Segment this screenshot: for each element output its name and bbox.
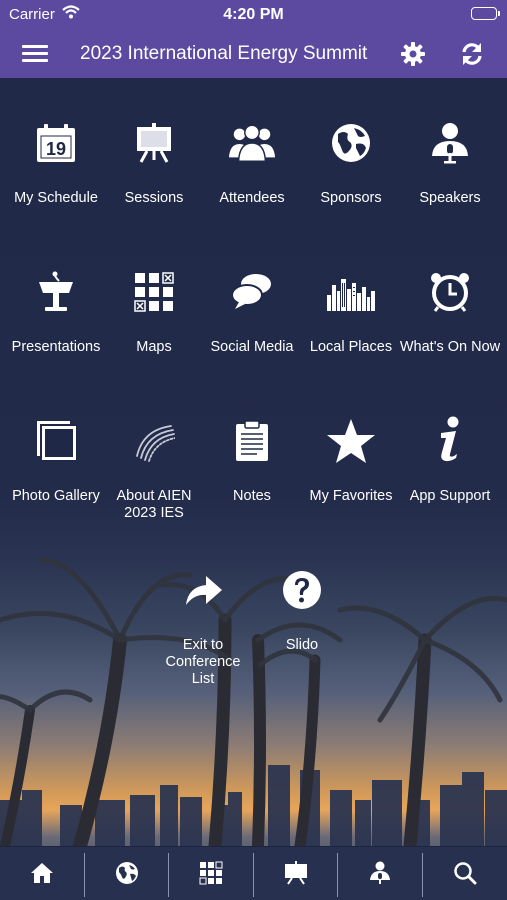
- tab-home[interactable]: [0, 847, 85, 900]
- chat-bubbles-icon: [231, 271, 273, 313]
- tile-label: My Schedule: [14, 190, 98, 206]
- tile-photo-gallery[interactable]: Photo Gallery: [6, 420, 106, 550]
- map-grid-icon: [133, 271, 175, 313]
- bottom-tab-bar: [0, 846, 507, 900]
- tile-label: Social Media: [210, 339, 294, 355]
- tile-social-media[interactable]: Social Media: [202, 271, 302, 401]
- tile-label: Attendees: [219, 190, 285, 206]
- tile-my-schedule[interactable]: 19 My Schedule: [6, 122, 106, 252]
- calendar-icon: 19: [35, 122, 77, 164]
- tile-label: About AIEN 2023 IES: [116, 488, 192, 521]
- tile-exit-to-conference-list[interactable]: Exit to Conference List: [153, 569, 253, 699]
- aien-logo-icon: [133, 420, 176, 462]
- tile-label: What's On Now: [399, 339, 501, 355]
- refresh-icon[interactable]: [459, 41, 485, 67]
- easel-icon: [284, 861, 307, 885]
- map-grid-icon: [199, 861, 223, 885]
- gear-icon[interactable]: [400, 41, 426, 67]
- people-icon: [228, 122, 276, 164]
- clipboard-icon: [231, 420, 273, 462]
- alarm-clock-icon: [429, 271, 471, 313]
- tile-label: My Favorites: [309, 488, 393, 504]
- exit-arrow-icon: [182, 569, 224, 611]
- tab-maps[interactable]: [169, 847, 254, 900]
- tab-sessions[interactable]: [254, 847, 338, 900]
- status-bar: Carrier 4:20 PM: [0, 0, 507, 30]
- tile-about-aien[interactable]: About AIEN 2023 IES: [104, 420, 204, 550]
- tab-speakers[interactable]: [338, 847, 423, 900]
- tile-attendees[interactable]: Attendees: [202, 122, 302, 252]
- battery-icon: [471, 7, 500, 20]
- tile-app-support[interactable]: App Support: [400, 416, 500, 550]
- app-header: 2023 International Energy Summit: [0, 30, 507, 78]
- tile-label: Local Places: [309, 339, 393, 355]
- speaker-icon: [370, 861, 390, 884]
- tile-label: Maps: [136, 339, 172, 355]
- speaker-icon: [429, 122, 471, 164]
- easel-icon: [133, 122, 175, 164]
- tab-search[interactable]: [423, 847, 507, 900]
- calendar-day: 19: [46, 139, 66, 159]
- tile-my-favorites[interactable]: My Favorites: [301, 419, 401, 550]
- tab-sponsors[interactable]: [85, 847, 169, 900]
- tile-label: Presentations: [11, 339, 101, 355]
- city-skyline-icon: [327, 271, 375, 313]
- globe-icon: [330, 122, 372, 164]
- info-icon: [429, 416, 471, 462]
- tile-sessions[interactable]: Sessions: [104, 122, 204, 252]
- question-icon: [281, 569, 323, 611]
- podium-icon: [35, 271, 77, 313]
- tile-label: Sessions: [124, 190, 184, 206]
- tile-label: Photo Gallery: [12, 488, 100, 504]
- globe-icon: [115, 862, 138, 884]
- photo-gallery-icon: [35, 420, 78, 462]
- tile-notes[interactable]: Notes: [202, 420, 302, 550]
- tile-slido[interactable]: Slido: [252, 569, 352, 699]
- tile-whats-on-now[interactable]: What's On Now: [400, 271, 500, 401]
- page-title: 2023 International Energy Summit: [80, 43, 368, 64]
- tile-label: Speakers: [419, 190, 481, 206]
- tile-presentations[interactable]: Presentations: [6, 271, 106, 401]
- status-time: 4:20 PM: [223, 6, 284, 23]
- search-icon: [453, 862, 476, 885]
- tile-label: Slido: [285, 637, 319, 653]
- tile-label: Exit to Conference List: [165, 637, 241, 687]
- star-icon: [327, 419, 375, 463]
- tile-speakers[interactable]: Speakers: [400, 122, 500, 252]
- tile-maps[interactable]: Maps: [104, 271, 204, 401]
- tile-local-places[interactable]: Local Places: [301, 271, 401, 401]
- tile-label: App Support: [409, 488, 491, 504]
- tile-label: Notes: [233, 488, 271, 504]
- home-icon: [31, 863, 53, 883]
- tile-sponsors[interactable]: Sponsors: [301, 122, 401, 252]
- tile-label: Sponsors: [320, 190, 382, 206]
- hamburger-menu-icon[interactable]: [22, 42, 52, 66]
